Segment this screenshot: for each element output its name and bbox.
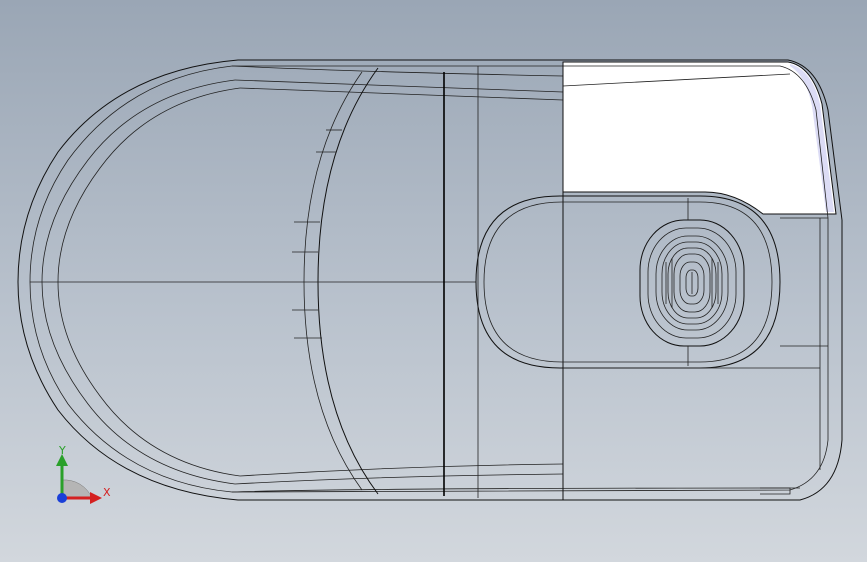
triad-plane [61, 479, 93, 499]
z-axis-dot [57, 493, 67, 503]
top-rail-3 [239, 87, 564, 101]
top-rail-2 [234, 79, 564, 93]
slot-inner [483, 201, 773, 363]
dial-ring-inner [303, 71, 363, 491]
x-axis-label: X [103, 486, 111, 499]
model-drawing[interactable]: Y X [0, 0, 867, 562]
selected-face[interactable] [562, 61, 837, 215]
dial-ticks [292, 129, 342, 339]
x-axis-head [90, 492, 102, 504]
corner-detail [760, 487, 791, 495]
center-button[interactable] [639, 198, 745, 366]
cad-viewport[interactable]: Y X [0, 0, 867, 562]
bottom-rail-2 [234, 473, 564, 485]
bottom-rail-3 [239, 463, 564, 477]
top-rail-1 [231, 65, 564, 77]
dial-ring-outer [317, 67, 379, 495]
slot-outer[interactable] [475, 195, 781, 369]
y-axis-label: Y [58, 444, 66, 457]
